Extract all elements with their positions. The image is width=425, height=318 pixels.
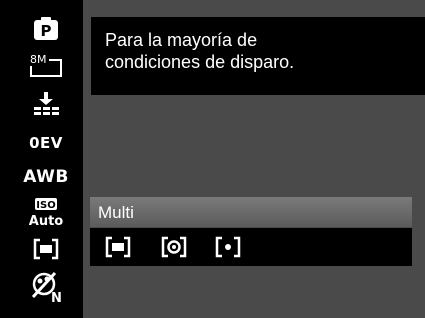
exposure-value-icon[interactable]: 0EV (26, 128, 66, 158)
metering-multi-icon (105, 236, 131, 258)
iso-auto-icon[interactable]: ISO Auto (26, 196, 66, 230)
metering-spot-option[interactable] (210, 235, 246, 259)
svg-text:Auto: Auto (29, 214, 63, 229)
metering-multi-icon[interactable] (26, 234, 66, 264)
selected-option-label: Multi (98, 203, 134, 222)
metering-center-icon (161, 236, 187, 258)
help-text-line-2: condiciones de disparo. (105, 52, 295, 72)
metering-center-option[interactable] (156, 235, 192, 259)
color-off-icon[interactable]: N (26, 270, 66, 304)
svg-text:N: N (51, 291, 62, 303)
metering-options (90, 228, 412, 266)
exposure-value-text: 0EV (29, 134, 63, 152)
metering-multi-option[interactable] (100, 235, 136, 259)
help-text: Para la mayoría de condiciones de dispar… (105, 29, 415, 73)
settings-sidebar: P 8M 0EV AWB ISO Auto N (0, 0, 83, 318)
svg-text:ISO: ISO (36, 200, 55, 211)
metering-spot-icon (215, 236, 241, 258)
selected-option-bar: Multi (90, 197, 412, 227)
help-text-line-1: Para la mayoría de (105, 30, 258, 50)
help-panel: Para la mayoría de condiciones de dispar… (91, 17, 425, 95)
svg-text:P: P (41, 22, 52, 40)
white-balance-icon[interactable]: AWB (23, 162, 69, 192)
white-balance-text: AWB (23, 167, 69, 187)
program-mode-icon[interactable]: P (26, 14, 66, 44)
exposure-bracket-icon[interactable] (26, 88, 66, 118)
resolution-8m-icon[interactable]: 8M (26, 50, 66, 80)
camera-screen: P 8M 0EV AWB ISO Auto N Para la mayoría … (0, 0, 425, 318)
svg-text:8M: 8M (30, 53, 47, 66)
